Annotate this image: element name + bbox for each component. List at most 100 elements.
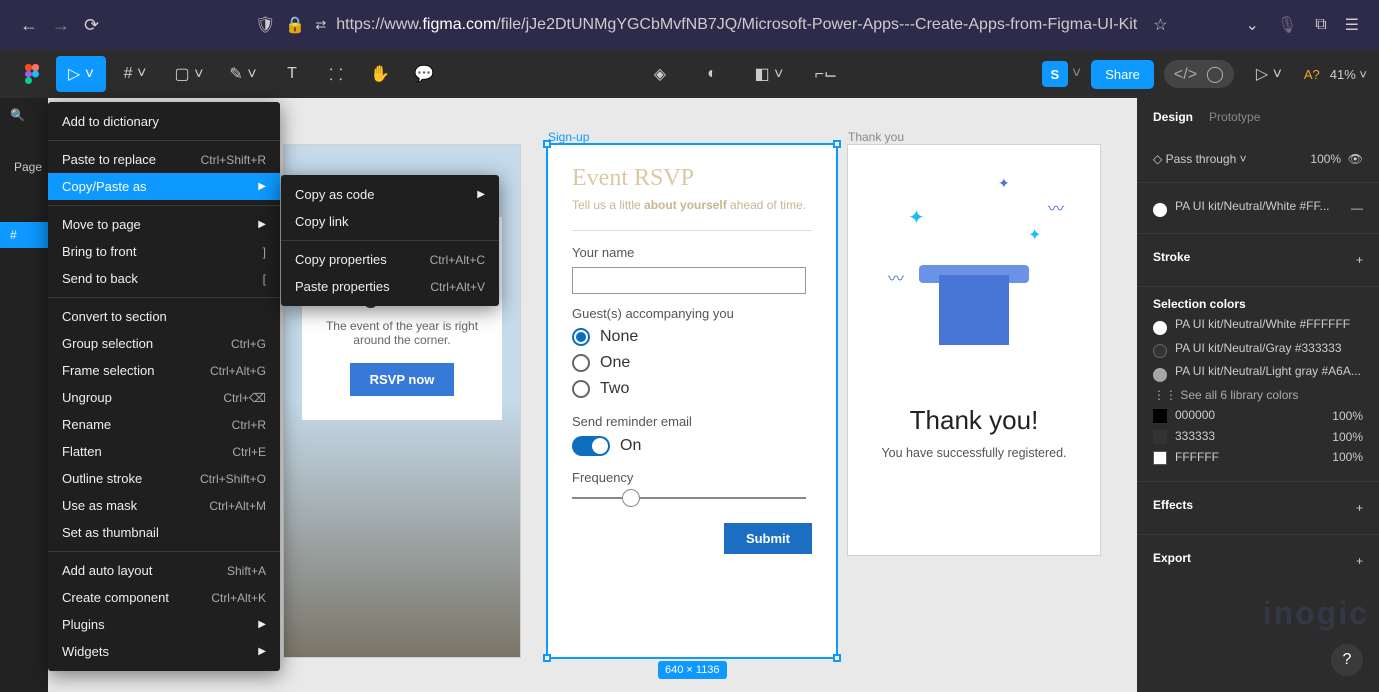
figma-logo-icon[interactable] [12, 56, 52, 92]
menu-send-back[interactable]: Send to back[ [48, 265, 280, 292]
see-all-colors[interactable]: ⋮⋮ See all 6 library colors [1153, 388, 1363, 402]
add-export-icon[interactable]: + [1356, 554, 1363, 568]
effects-heading: Effects [1153, 498, 1193, 512]
frequency-slider[interactable] [572, 497, 806, 499]
menu-outline-stroke[interactable]: Outline strokeCtrl+Shift+O [48, 465, 280, 492]
back-icon[interactable]: ← [20, 15, 38, 36]
blend-mode-dropdown[interactable]: ◇ Pass through ˅ [1153, 152, 1247, 166]
menu-copy-paste-as[interactable]: Copy/Paste as▶ [48, 173, 280, 200]
add-stroke-icon[interactable]: + [1356, 253, 1363, 267]
submenu-copy-properties[interactable]: Copy propertiesCtrl+Alt+C [281, 246, 499, 273]
forward-icon[interactable]: → [52, 15, 70, 36]
name-input[interactable] [572, 267, 806, 294]
text-tool[interactable]: T [272, 56, 312, 92]
menu-convert-section[interactable]: Convert to section [48, 303, 280, 330]
menu-frame-selection[interactable]: Frame selectionCtrl+Alt+G [48, 357, 280, 384]
submenu-copy-link[interactable]: Copy link [281, 208, 499, 235]
sel-color-2[interactable]: PA UI kit/Neutral/Gray #333333 [1153, 341, 1363, 359]
menu-use-as-mask[interactable]: Use as maskCtrl+Alt+M [48, 492, 280, 519]
fill-row[interactable]: PA UI kit/Neutral/White #FF... — [1153, 199, 1363, 217]
frame-icon: # [10, 228, 17, 242]
component-icon[interactable]: ◈ [640, 56, 680, 92]
sel-color-1[interactable]: PA UI kit/Neutral/White #FFFFFF [1153, 317, 1363, 335]
thankyou-sub: You have successfully registered. [866, 446, 1082, 460]
export-heading: Export [1153, 551, 1191, 565]
menu-plugins[interactable]: Plugins▶ [48, 611, 280, 638]
tab-prototype[interactable]: Prototype [1209, 110, 1260, 124]
rsvp-sub: Tell us a little about yourself ahead of… [572, 198, 812, 212]
shape-tool[interactable]: ▢ ˅ [164, 56, 214, 92]
rsvp-heading: Event RSVP [572, 165, 812, 192]
zoom-dropdown[interactable]: 41% ˅ [1330, 67, 1367, 82]
dimension-badge: 640 × 1136 [658, 661, 727, 679]
missing-fonts-icon[interactable]: A? [1304, 67, 1320, 82]
dev-mode-toggle[interactable]: </> ◯ [1164, 60, 1234, 88]
hamburger-menu-icon[interactable]: ☰ [1345, 15, 1359, 35]
star-icon[interactable]: ☆ [1153, 15, 1167, 35]
reminder-toggle[interactable] [572, 436, 610, 456]
pages-label: Page [14, 160, 42, 174]
add-effect-icon[interactable]: + [1356, 501, 1363, 515]
pen-tool[interactable]: ✎ ˅ [218, 56, 268, 92]
frame-label-thankyou[interactable]: Thank you [848, 130, 904, 144]
shield-icon[interactable]: 🛡 [255, 15, 275, 35]
menu-move-to-page[interactable]: Move to page▶ [48, 211, 280, 238]
watermark: inogic [1263, 595, 1369, 632]
figma-toolbar: ▷ ˅ # ˅ ▢ ˅ ✎ ˅ T ⸬ ✋ 💬 ◈ ◐ ◧ ˅ ⌐⌙ S˅ Sh… [0, 50, 1379, 98]
menu-paste-replace[interactable]: Paste to replaceCtrl+Shift+R [48, 146, 280, 173]
radio-one[interactable]: One [572, 354, 812, 372]
mask-icon[interactable]: ◐ [692, 56, 732, 92]
resources-tool[interactable]: ⸬ [316, 56, 356, 92]
layer-frame-item[interactable]: # [0, 222, 48, 248]
radio-none[interactable]: None [572, 328, 812, 346]
tab-design[interactable]: Design [1153, 110, 1193, 124]
frame-signup[interactable]: Event RSVP Tell us a little about yourse… [548, 145, 836, 657]
frame-label-signup[interactable]: Sign-up [548, 130, 589, 144]
left-sidebar: 🔍 # [0, 98, 48, 692]
extensions-icon[interactable]: ⧉ [1315, 16, 1326, 34]
thankyou-title: Thank you! [866, 405, 1082, 436]
radio-two[interactable]: Two [572, 380, 812, 398]
menu-bring-front[interactable]: Bring to front] [48, 238, 280, 265]
menu-set-thumbnail[interactable]: Set as thumbnail [48, 519, 280, 546]
sel-color-3[interactable]: PA UI kit/Neutral/Light gray #A6A... [1153, 364, 1363, 382]
hex-1[interactable]: 000000100% [1153, 408, 1363, 423]
reload-icon[interactable]: ⟳ [84, 15, 99, 36]
menu-rename[interactable]: RenameCtrl+R [48, 411, 280, 438]
frame-tool[interactable]: # ˅ [110, 56, 160, 92]
present-icon[interactable]: ▷ ˅ [1244, 56, 1294, 92]
remove-icon[interactable]: — [1351, 201, 1363, 215]
menu-ungroup[interactable]: UngroupCtrl+⌫ [48, 384, 280, 411]
menu-widgets[interactable]: Widgets▶ [48, 638, 280, 665]
menu-create-component[interactable]: Create componentCtrl+Alt+K [48, 584, 280, 611]
menu-group[interactable]: Group selectionCtrl+G [48, 330, 280, 357]
lock-icon[interactable]: 🔒 [285, 15, 305, 35]
rsvp-button[interactable]: RSVP now [350, 363, 455, 396]
menu-add-dictionary[interactable]: Add to dictionary [48, 108, 280, 135]
menu-flatten[interactable]: FlattenCtrl+E [48, 438, 280, 465]
hex-2[interactable]: 333333100% [1153, 429, 1363, 444]
submenu-paste-properties[interactable]: Paste propertiesCtrl+Alt+V [281, 273, 499, 300]
submenu-copy-as-code[interactable]: Copy as code▶ [281, 181, 499, 208]
hex-3[interactable]: FFFFFF100% [1153, 450, 1363, 465]
move-tool[interactable]: ▷ ˅ [56, 56, 106, 92]
address-bar[interactable]: 🛡 🔒 ⇄ https://www.figma.com/file/jJe2DtU… [255, 15, 1209, 35]
search-icon[interactable]: 🔍 [10, 108, 25, 122]
submit-button[interactable]: Submit [724, 523, 812, 554]
party-subtitle: The event of the year is right around th… [320, 319, 484, 347]
menu-auto-layout[interactable]: Add auto layoutShift+A [48, 557, 280, 584]
boolean-icon[interactable]: ◧ ˅ [744, 56, 794, 92]
pocket-icon[interactable]: ⌄ [1246, 15, 1259, 35]
crop-icon[interactable]: ⌐⌙ [806, 56, 846, 92]
stroke-heading: Stroke [1153, 250, 1190, 264]
frequency-label: Frequency [572, 470, 812, 485]
share-button[interactable]: Share [1091, 60, 1154, 89]
user-avatar[interactable]: S [1042, 61, 1068, 87]
mic-icon[interactable]: 🎙 [1277, 15, 1297, 35]
hand-tool[interactable]: ✋ [360, 56, 400, 92]
comment-tool[interactable]: 💬 [404, 56, 444, 92]
help-icon[interactable]: ? [1331, 644, 1363, 676]
frame-thankyou[interactable]: ✦ ✦ ✦ 〰 〰 ✦ Thank you! You have successf… [848, 145, 1100, 555]
context-menu: Add to dictionary Paste to replaceCtrl+S… [48, 102, 280, 671]
permissions-icon[interactable]: ⇄ [315, 17, 326, 33]
